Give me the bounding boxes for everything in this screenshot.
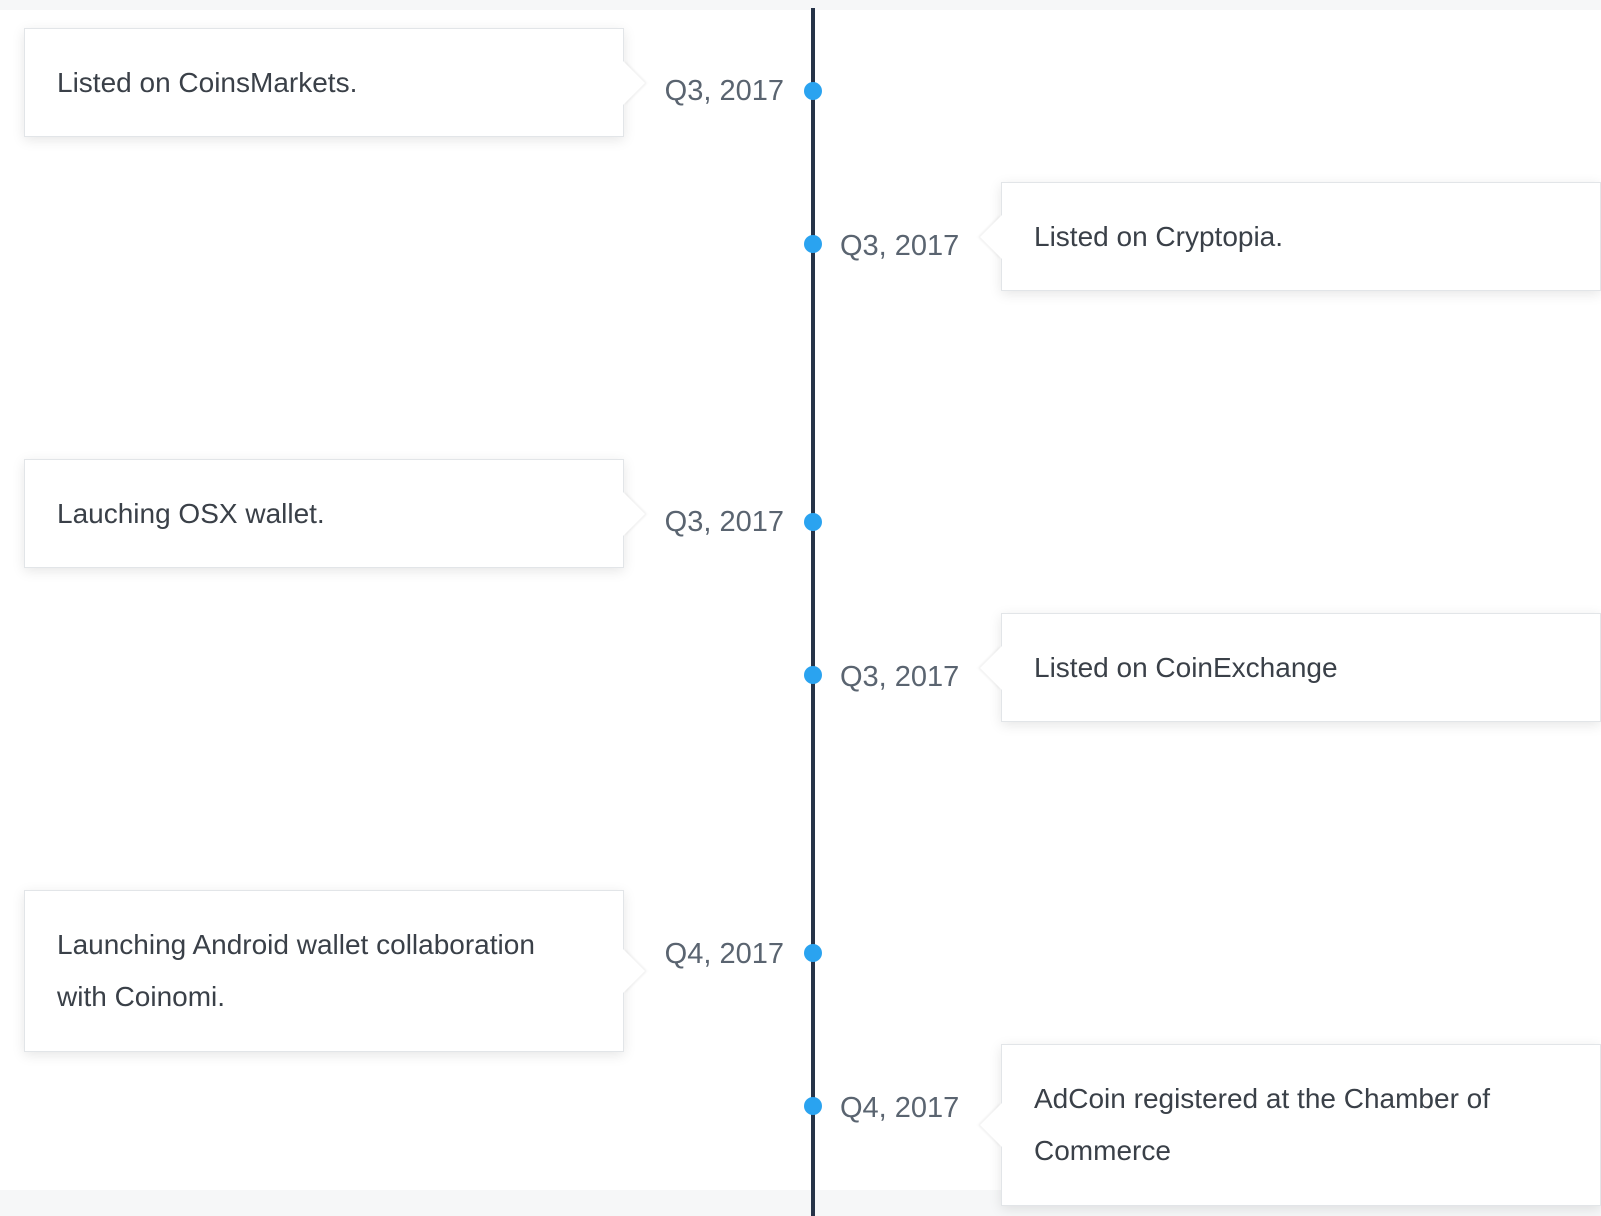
timeline-date: Q4, 2017 (840, 1092, 960, 1124)
timeline-card-cryptopia: Listed on Cryptopia. (1001, 182, 1601, 291)
timeline-date: Q3, 2017 (840, 230, 960, 262)
timeline-card-text: Listed on CoinExchange (1034, 652, 1338, 683)
timeline-date: Q3, 2017 (664, 506, 784, 538)
timeline-date: Q3, 2017 (664, 75, 784, 107)
timeline-date: Q4, 2017 (664, 938, 784, 970)
timeline-card-chamber-of-commerce: AdCoin registered at the Chamber of Comm… (1001, 1044, 1601, 1206)
timeline-card-android-wallet: Launching Android wallet collaboration w… (24, 890, 624, 1052)
timeline-dot (804, 235, 822, 253)
timeline-card-text: Lauching OSX wallet. (57, 498, 325, 529)
timeline-card-osx-wallet: Lauching OSX wallet. (24, 459, 624, 568)
timeline-dot (804, 82, 822, 100)
timeline-card-text: AdCoin registered at the Chamber of Comm… (1034, 1083, 1491, 1166)
timeline-card-text: Listed on CoinsMarkets. (57, 67, 358, 98)
timeline-card-coinsmarkets: Listed on CoinsMarkets. (24, 28, 624, 137)
top-band (0, 0, 1601, 10)
timeline-dot (804, 944, 822, 962)
timeline-line (811, 8, 815, 1216)
timeline-card-text: Launching Android wallet collaboration w… (57, 929, 535, 1012)
timeline-card-coinexchange: Listed on CoinExchange (1001, 613, 1601, 722)
timeline-dot (804, 666, 822, 684)
timeline-dot (804, 1097, 822, 1115)
timeline-card-text: Listed on Cryptopia. (1034, 221, 1284, 252)
timeline-date: Q3, 2017 (840, 661, 960, 693)
timeline-dot (804, 513, 822, 531)
